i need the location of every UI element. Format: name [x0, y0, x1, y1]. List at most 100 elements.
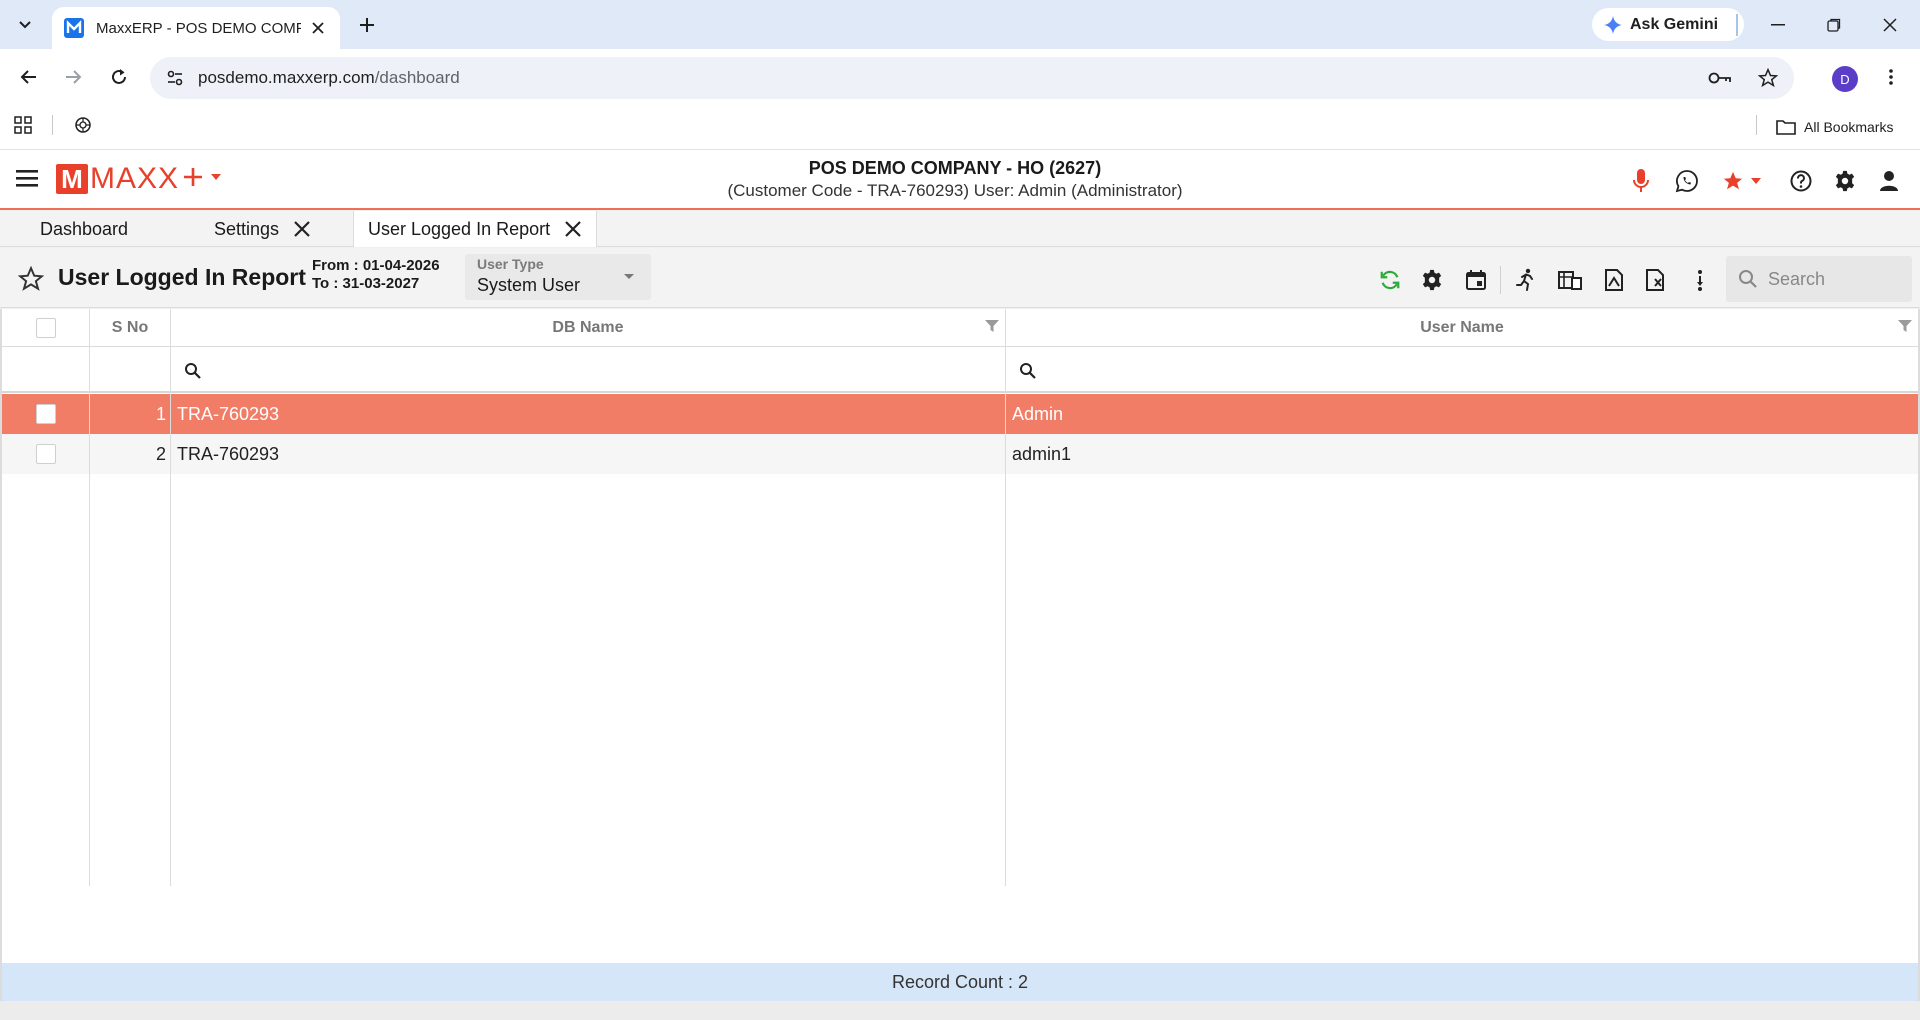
- export-excel-icon[interactable]: [1642, 266, 1670, 294]
- tab-label: Dashboard: [40, 218, 129, 239]
- filter-row: [2, 348, 1918, 393]
- column-divider: [89, 309, 90, 886]
- column-header-label: S No: [111, 318, 149, 336]
- restore-window-icon[interactable]: [1806, 0, 1862, 49]
- row-checkbox[interactable]: [36, 404, 56, 424]
- export-columns-icon[interactable]: [1556, 266, 1584, 294]
- column-filter-icon[interactable]: [985, 319, 999, 333]
- select-all-checkbox[interactable]: [36, 317, 56, 338]
- table-row[interactable]: 1 TRA-760293 Admin: [2, 394, 1918, 434]
- column-filter-icon[interactable]: [1898, 319, 1912, 333]
- bookmarks-divider: [52, 115, 53, 135]
- address-bar[interactable]: posdemo.maxxerp.com/dashboard: [150, 57, 1794, 99]
- folder-icon: [1776, 120, 1796, 135]
- maxx-logo[interactable]: M MAXX: [56, 162, 179, 196]
- url-path: /dashboard: [374, 68, 460, 87]
- close-tab-icon[interactable]: [293, 220, 311, 238]
- tab-user-logged-in-report[interactable]: User Logged In Report: [353, 211, 598, 247]
- bookmark-star-icon[interactable]: [1758, 68, 1778, 88]
- select-all-header[interactable]: [2, 309, 90, 347]
- help-icon[interactable]: [1788, 168, 1814, 194]
- favorite-star-outline-icon[interactable]: [18, 266, 44, 292]
- user-type-value: System User: [477, 275, 581, 295]
- db-name-filter-search-icon[interactable]: [184, 362, 202, 380]
- customer-user-info: (Customer Code - TRA-760293) User: Admin…: [727, 181, 1183, 200]
- settings-gear-icon[interactable]: [1832, 168, 1858, 194]
- microphone-icon[interactable]: [1628, 168, 1654, 194]
- tab-dashboard[interactable]: Dashboard: [26, 211, 142, 247]
- user-type-select[interactable]: User Type System User: [465, 254, 651, 300]
- tab-settings[interactable]: Settings: [200, 211, 325, 247]
- company-info: POS DEMO COMPANY - HO (2627) (Customer C…: [660, 158, 1250, 201]
- user-name-cell: Admin: [1012, 403, 1064, 424]
- bookmarks-bar: [0, 105, 1920, 150]
- site-settings-icon[interactable]: [166, 69, 184, 87]
- table-row[interactable]: 2 TRA-760293 admin1: [2, 434, 1918, 474]
- close-window-icon[interactable]: [1862, 0, 1918, 49]
- close-tab-icon[interactable]: [308, 18, 328, 38]
- row-checkbox-cell[interactable]: [36, 394, 56, 434]
- reload-icon[interactable]: [104, 62, 134, 92]
- to-date: To : 31-03-2027: [312, 275, 420, 292]
- minimize-window-icon[interactable]: [1750, 0, 1806, 49]
- toolbar-divider: [1500, 266, 1501, 294]
- browser-tab-title: MaxxERP - POS DEMO COMPANY: [96, 19, 301, 37]
- tab-label: User Logged In Report: [368, 218, 551, 239]
- profile-avatar[interactable]: D: [1832, 66, 1858, 92]
- maxx-logo-mark: M: [56, 164, 88, 194]
- profile-initial: D: [1840, 71, 1850, 87]
- all-bookmarks-label: All Bookmarks: [1804, 119, 1894, 135]
- ask-gemini-button[interactable]: Ask Gemini: [1592, 8, 1744, 41]
- tab-label: Settings: [214, 218, 280, 239]
- quick-add-button[interactable]: [182, 166, 222, 188]
- bottom-strip: [0, 1001, 1920, 1020]
- browser-menu-icon[interactable]: [1876, 62, 1906, 92]
- back-arrow-icon[interactable]: [14, 62, 44, 92]
- db-name-cell: TRA-760293: [177, 443, 280, 464]
- column-header-user-name[interactable]: User Name: [1006, 309, 1918, 347]
- user-name-cell: admin1: [1012, 443, 1072, 464]
- report-settings-gear-icon[interactable]: [1418, 266, 1446, 294]
- user-profile-icon[interactable]: [1876, 168, 1902, 194]
- export-pdf-icon[interactable]: [1600, 266, 1628, 294]
- search-input[interactable]: [1768, 268, 1898, 290]
- chatgpt-bookmark-icon[interactable]: [74, 116, 92, 134]
- db-name-cell: TRA-760293: [177, 403, 280, 424]
- bookmarks-divider: [1756, 115, 1757, 135]
- row-checkbox-cell[interactable]: [36, 434, 56, 474]
- password-key-icon[interactable]: [1708, 71, 1732, 85]
- star-icon: [1723, 171, 1743, 190]
- company-name: POS DEMO COMPANY - HO (2627): [808, 158, 1102, 178]
- report-search-box[interactable]: [1726, 256, 1912, 302]
- maxx-favicon-icon: [64, 18, 84, 38]
- apps-grid-icon[interactable]: [14, 116, 32, 134]
- url-text[interactable]: posdemo.maxxerp.com/dashboard: [198, 68, 460, 88]
- sno-cell: 1: [155, 403, 166, 424]
- caret-down-icon: [211, 174, 221, 180]
- caret-down-icon: [624, 274, 634, 279]
- row-checkbox[interactable]: [36, 444, 56, 464]
- forward-arrow-icon[interactable]: [58, 62, 88, 92]
- more-options-vertical-icon[interactable]: [1686, 266, 1714, 294]
- all-bookmarks-button[interactable]: All Bookmarks: [1776, 114, 1893, 140]
- whatsapp-icon[interactable]: [1674, 168, 1700, 194]
- column-header-db-name[interactable]: DB Name: [171, 309, 1005, 347]
- toolbar-divider: [1736, 14, 1738, 36]
- plus-icon: [184, 168, 202, 186]
- running-person-icon[interactable]: [1512, 266, 1540, 294]
- column-header-sno[interactable]: S No: [90, 309, 170, 347]
- url-host: posdemo.maxxerp.com: [198, 68, 375, 87]
- column-divider: [1005, 309, 1006, 886]
- tab-search-chevron-icon[interactable]: [10, 10, 40, 40]
- close-tab-icon[interactable]: [564, 220, 582, 238]
- user-name-filter-search-icon[interactable]: [1019, 362, 1037, 380]
- hamburger-menu-icon[interactable]: [16, 168, 42, 192]
- favorites-star-dropdown[interactable]: [1718, 168, 1766, 194]
- refresh-icon[interactable]: [1376, 266, 1404, 294]
- from-date: From : 01-04-2026: [312, 257, 440, 274]
- grid-border: [0, 309, 2, 1001]
- browser-tab[interactable]: MaxxERP - POS DEMO COMPANY: [52, 7, 340, 49]
- new-tab-plus-icon[interactable]: [352, 10, 382, 40]
- calendar-icon[interactable]: [1462, 266, 1490, 294]
- date-range[interactable]: From : 01-04-2026 To : 31-03-2027: [312, 257, 440, 293]
